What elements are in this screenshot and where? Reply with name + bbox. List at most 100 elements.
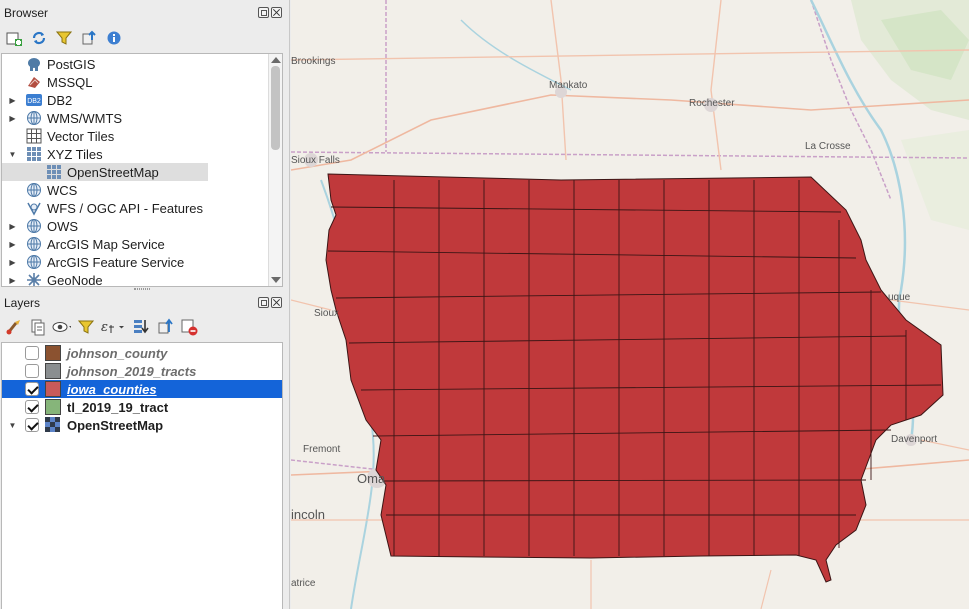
scroll-down-icon[interactable] <box>271 277 281 283</box>
layer-item-johnson-county[interactable]: johnson_county <box>2 344 282 362</box>
layer-visibility-checkbox[interactable] <box>25 382 39 396</box>
layer-item-iowa-counties[interactable]: iowa_counties <box>2 380 282 398</box>
browser-item-label: WFS / OGC API - Features <box>47 200 204 216</box>
city-label: Oma <box>357 471 386 486</box>
svg-text:DB2: DB2 <box>27 98 41 105</box>
browser-item-label: GeoNode <box>47 272 103 287</box>
expand-arrow-icon[interactable]: ▶ <box>8 258 17 267</box>
expand-arrow-icon[interactable]: ▶ <box>8 276 17 285</box>
layer-label: OpenStreetMap <box>67 417 164 433</box>
grid-icon <box>26 146 42 162</box>
browser-item-arcgis-map[interactable]: ▶ ArcGIS Map Service <box>2 235 282 253</box>
browser-item-wcs[interactable]: WCS <box>2 181 282 199</box>
browser-item-wfs[interactable]: WFS / OGC API - Features <box>2 199 282 217</box>
scroll-up-icon[interactable] <box>271 57 281 63</box>
map-canvas[interactable]: Brookings Mankato Rochester Sioux Falls … <box>291 0 969 609</box>
city-label: incoln <box>291 507 325 522</box>
browser-item-vector-tiles[interactable]: Vector Tiles <box>2 127 282 145</box>
layers-panel-title: Layers <box>4 296 41 310</box>
browser-item-mssql[interactable]: MSSQL <box>2 73 282 91</box>
city-label: atrice <box>291 578 316 589</box>
float-panel-icon[interactable] <box>258 297 269 308</box>
close-panel-icon[interactable] <box>271 297 282 308</box>
panel-splitter[interactable] <box>134 288 150 290</box>
scroll-thumb[interactable] <box>271 66 280 150</box>
expand-arrow-icon[interactable]: ▶ <box>8 222 17 231</box>
browser-scrollbar[interactable] <box>268 54 282 286</box>
collapse-arrow-icon[interactable]: ▼ <box>8 421 17 430</box>
expand-all-button[interactable] <box>131 318 150 337</box>
layers-tree[interactable]: johnson_county johnson_2019_tracts iowa_… <box>1 342 283 609</box>
globe-icon <box>26 110 42 126</box>
browser-item-ows[interactable]: ▶ OWS <box>2 217 282 235</box>
add-layer-button[interactable] <box>4 29 23 48</box>
city-label: Sioux Falls <box>291 155 340 166</box>
left-dock: Browser PostGIS MSSQL ▶ DB2 DB2 ▶ WMS/WM… <box>0 0 290 609</box>
layers-toolbar: ε <box>4 316 198 338</box>
filter-button[interactable] <box>54 29 73 48</box>
city-label: Brookings <box>291 56 336 67</box>
filter-by-expression-button[interactable]: ε <box>100 318 126 337</box>
browser-item-xyz-tiles[interactable]: ▼ XYZ Tiles <box>2 145 282 163</box>
globe-icon <box>26 182 42 198</box>
collapse-all-layers-button[interactable] <box>155 318 174 337</box>
browser-item-postgis[interactable]: PostGIS <box>2 55 282 73</box>
city-label: Sioux <box>314 308 340 319</box>
browser-tree[interactable]: PostGIS MSSQL ▶ DB2 DB2 ▶ WMS/WMTS Vecto… <box>1 53 283 287</box>
layer-item-tl-2019-tract[interactable]: tl_2019_19_tract <box>2 398 282 416</box>
browser-item-arcgis-feature[interactable]: ▶ ArcGIS Feature Service <box>2 253 282 271</box>
db2-icon: DB2 <box>26 92 42 108</box>
geonode-icon <box>26 272 42 286</box>
remove-layer-button[interactable] <box>179 318 198 337</box>
filter-legend-button[interactable] <box>76 318 95 337</box>
layer-symbol-swatch <box>45 345 61 361</box>
browser-item-label: XYZ Tiles <box>47 146 103 162</box>
wfs-icon <box>26 200 42 216</box>
browser-item-label: DB2 <box>47 92 73 108</box>
browser-item-label: PostGIS <box>47 56 96 72</box>
city-label: Mankato <box>549 80 588 91</box>
add-group-button[interactable] <box>28 318 47 337</box>
collapse-all-button[interactable] <box>79 29 98 48</box>
browser-item-label: WMS/WMTS <box>47 110 123 126</box>
browser-item-db2[interactable]: ▶ DB2 DB2 <box>2 91 282 109</box>
browser-item-geonode[interactable]: ▶ GeoNode <box>2 271 282 287</box>
layer-label: johnson_county <box>67 345 168 361</box>
svg-text:ε: ε <box>101 320 108 335</box>
browser-panel-title: Browser <box>4 6 49 20</box>
collapse-arrow-icon[interactable]: ▼ <box>8 150 17 159</box>
city-label: La Crosse <box>805 141 851 152</box>
float-panel-icon[interactable] <box>258 7 269 18</box>
expand-arrow-icon[interactable]: ▶ <box>8 114 17 123</box>
browser-panel-controls <box>258 7 282 18</box>
globe-icon <box>26 254 42 270</box>
close-panel-icon[interactable] <box>271 7 282 18</box>
layers-panel-controls <box>258 297 282 308</box>
browser-item-wms[interactable]: ▶ WMS/WMTS <box>2 109 282 127</box>
layer-label: iowa_counties <box>67 381 157 397</box>
browser-item-openstreetmap[interactable]: OpenStreetMap <box>2 163 208 181</box>
layer-visibility-checkbox[interactable] <box>25 400 39 414</box>
browser-item-label: Vector Tiles <box>47 128 115 144</box>
expand-arrow-icon[interactable]: ▶ <box>8 96 17 105</box>
city-label: Fremont <box>303 444 341 455</box>
layer-item-johnson-tracts[interactable]: johnson_2019_tracts <box>2 362 282 380</box>
browser-item-label: MSSQL <box>47 74 93 90</box>
raster-layer-icon <box>45 417 61 433</box>
mssql-icon <box>26 74 42 90</box>
layer-styling-button[interactable] <box>4 318 23 337</box>
postgis-elephant-icon <box>26 56 42 72</box>
layer-item-openstreetmap[interactable]: ▼ OpenStreetMap <box>2 416 282 434</box>
basemap-svg <box>291 0 969 609</box>
info-button[interactable] <box>104 29 123 48</box>
browser-item-label: ArcGIS Map Service <box>47 236 165 252</box>
expand-arrow-icon[interactable]: ▶ <box>8 240 17 249</box>
manage-map-themes-button[interactable] <box>52 318 71 337</box>
layer-visibility-checkbox[interactable] <box>25 346 39 360</box>
refresh-button[interactable] <box>29 29 48 48</box>
globe-icon <box>26 236 42 252</box>
layer-visibility-checkbox[interactable] <box>25 418 39 432</box>
layer-visibility-checkbox[interactable] <box>25 364 39 378</box>
browser-toolbar <box>4 27 123 49</box>
city-label: uque <box>888 292 911 303</box>
